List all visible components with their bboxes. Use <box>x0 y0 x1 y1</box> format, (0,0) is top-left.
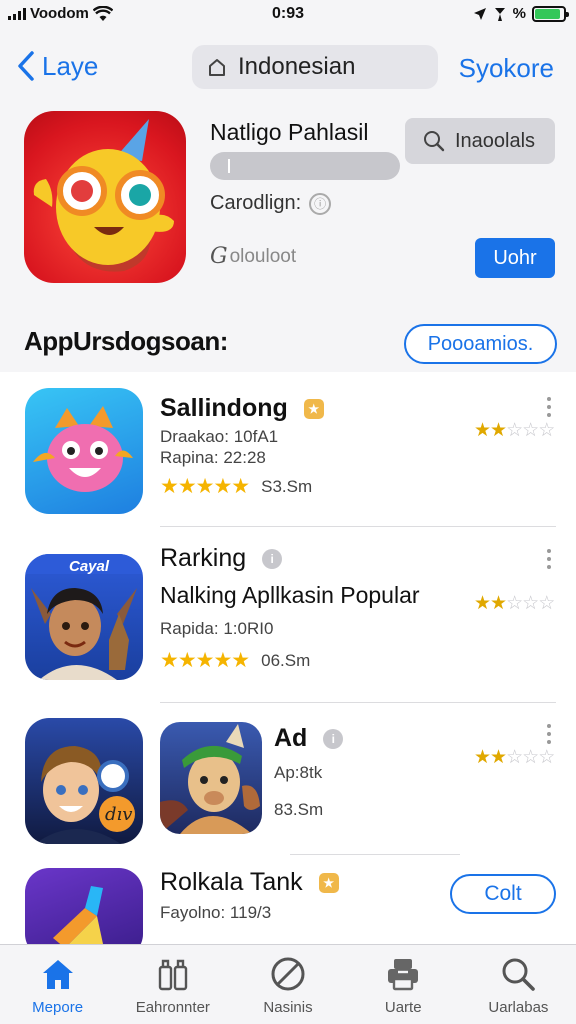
chevron-left-icon <box>18 51 34 81</box>
tab-home[interactable]: Mepore <box>0 945 115 1024</box>
developer-logo-icon: G <box>210 244 228 269</box>
rating-stars: ★★★★★ <box>160 475 250 498</box>
status-bar: Voodom 0:93 % <box>0 0 576 30</box>
app-size: S3.Sm <box>261 476 313 496</box>
app-meta: Rapida: 1:0RI0 <box>160 618 273 639</box>
featured-category-label: Carodlign: <box>210 192 302 214</box>
app-name: Rolkala Tank <box>160 868 303 896</box>
app-meta-line: Draakao: 10fA1 <box>160 427 279 446</box>
tab-label: Nasinis <box>263 999 313 1016</box>
back-button[interactable]: Laye <box>16 50 98 82</box>
app-meta-line: Rapida: 1:0RI0 <box>160 619 274 638</box>
award-icon: ★ <box>318 872 339 893</box>
tab-label: Eahronnter <box>135 999 210 1016</box>
app-name: Sallindong <box>160 394 288 422</box>
section-button[interactable]: Poooamios. <box>404 324 557 364</box>
app-meta-line: Ap:8tk <box>274 763 323 782</box>
divider <box>160 526 556 527</box>
featured-search-pill[interactable]: Inaoolals <box>405 118 555 164</box>
featured-pill-label: Inaoolals <box>455 129 536 152</box>
app-icon-ad[interactable] <box>160 722 262 834</box>
divider <box>290 854 460 855</box>
rating-stars: ★★★★★ <box>160 649 250 672</box>
more-icon[interactable] <box>547 724 551 744</box>
app-name-row[interactable]: Rarking i <box>160 544 283 573</box>
location-icon <box>473 7 486 20</box>
tab-label: Uarlabas <box>488 999 549 1016</box>
app-name-row[interactable]: Sallindong ★ <box>160 394 324 423</box>
app-icon-sallindong[interactable] <box>25 388 143 514</box>
search-field[interactable]: Indonesian <box>192 45 438 89</box>
status-right: % <box>473 5 569 22</box>
tab-label: Uarte <box>384 999 422 1016</box>
featured-get-button[interactable]: Uohr <box>475 238 555 278</box>
back-label: Laye <box>42 50 99 81</box>
battery-level <box>535 8 561 19</box>
app-name: Rarking <box>160 544 247 572</box>
app-icon-boy[interactable]: dıv <box>25 718 143 844</box>
app-subtitle: Nalking Apllkasin Popular <box>160 582 420 608</box>
more-icon[interactable] <box>547 397 551 417</box>
tab-bar: Mepore Eahronnter Nasinis Uarte Uarlabas <box>0 944 576 1024</box>
app-meta: Fayolno: 119/3 <box>160 902 271 923</box>
app-meta-line: Fayolno: 119/3 <box>160 903 272 922</box>
info-icon: i <box>323 728 344 749</box>
section-title: AppUrsdogsoan: <box>24 326 228 356</box>
tab-block[interactable]: Nasinis <box>230 945 345 1024</box>
tab-search[interactable]: Uarlabas <box>461 945 576 1024</box>
info-icon[interactable]: ⓘ <box>309 192 332 215</box>
tab-label: Mepore <box>32 999 84 1016</box>
side-rating-stars: ★★☆☆☆ <box>474 747 555 768</box>
app-meta: Ap:8tk <box>274 762 322 783</box>
search-icon <box>502 958 536 991</box>
app-size: 06.Sm <box>261 650 311 670</box>
home-outline-icon <box>209 59 225 76</box>
svg-text:dıv: dıv <box>105 804 132 825</box>
featured-app-icon[interactable] <box>24 111 186 283</box>
featured-progress-bar <box>210 152 400 180</box>
app-meta: Draakao: 10fA1 Rapina: 22:28 <box>160 426 278 468</box>
featured-app-title: Natligo Pahlasil <box>210 119 369 145</box>
app-subtitle-row: Nalking Apllkasin Popular <box>160 582 420 609</box>
icon-caption: Cayal <box>69 558 110 575</box>
search-text: Indonesian <box>238 53 356 80</box>
divider <box>160 702 556 703</box>
alarm-icon <box>494 7 505 21</box>
developer-text: olouloot <box>229 245 297 267</box>
home-icon <box>42 960 73 989</box>
tab-updates[interactable]: Uarte <box>346 945 461 1024</box>
app-rating-row: ★★★★★ S3.Sm <box>160 474 312 499</box>
app-name-row[interactable]: Ad i <box>274 724 344 753</box>
get-button[interactable]: Colt <box>450 874 556 914</box>
side-rating-stars: ★★☆☆☆ <box>474 420 555 441</box>
battery-percent: % <box>512 5 526 22</box>
more-icon[interactable] <box>547 549 551 569</box>
app-size: 83.Sm <box>274 800 324 819</box>
app-name: Ad <box>274 724 308 752</box>
app-icon-rarking[interactable]: Cayal <box>25 554 143 680</box>
app-rating-row: ★★★★★ 06.Sm <box>160 648 310 673</box>
app-meta-line: Rapina: 22:28 <box>160 448 266 467</box>
featured-category: Carodlign: ⓘ <box>210 192 332 215</box>
bag-icon <box>158 959 187 991</box>
printer-icon <box>388 959 419 991</box>
block-icon <box>271 957 305 991</box>
side-rating-stars: ★★☆☆☆ <box>474 593 555 614</box>
search-icon <box>424 131 445 152</box>
app-rating-row: 83.Sm <box>274 800 323 820</box>
nav-right-button[interactable]: Syokore <box>459 53 554 84</box>
battery-icon <box>532 5 569 22</box>
info-icon: i <box>262 548 283 569</box>
app-name-row[interactable]: Rolkala Tank ★ <box>160 868 339 897</box>
award-icon: ★ <box>303 398 324 419</box>
tab-apps[interactable]: Eahronnter <box>115 945 230 1024</box>
featured-developer[interactable]: G olouloot <box>210 244 296 269</box>
